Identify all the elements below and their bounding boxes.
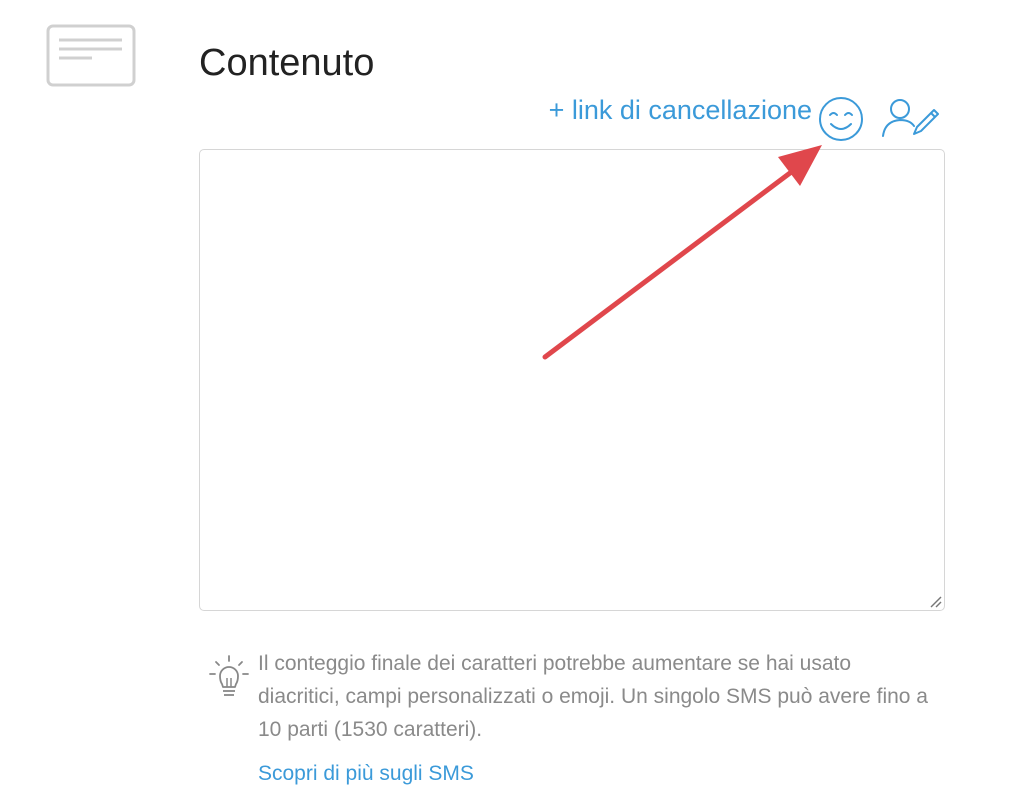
learn-more-sms-link[interactable]: Scopri di più sugli SMS [258,757,474,790]
smiley-face-icon[interactable] [816,94,866,144]
editor-toolbar: + link di cancellazione [520,90,950,146]
user-pen-icon[interactable] [880,96,942,138]
lightbulb-icon [209,655,249,696]
character-count-tip: Il conteggio finale dei caratteri potreb… [258,652,928,741]
resize-handle-icon[interactable] [928,594,942,608]
add-unsubscribe-link[interactable]: + link di cancellazione [549,93,812,127]
section-title: Contenuto [199,42,375,84]
message-card-icon [46,24,136,87]
message-content-textarea[interactable] [199,149,945,611]
